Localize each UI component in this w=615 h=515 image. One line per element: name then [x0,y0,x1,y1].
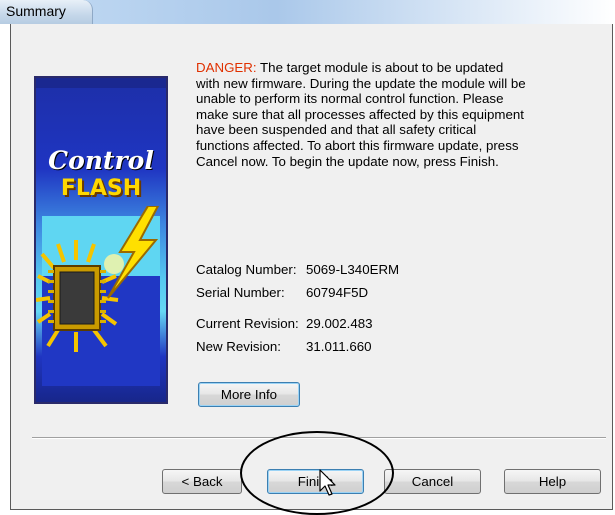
current-revision-label: Current Revision: [196,316,299,331]
catalog-number-label: Catalog Number: [196,262,297,277]
more-info-button[interactable]: More Info [198,382,300,407]
current-revision-value: 29.002.483 [306,316,373,331]
danger-message-text: The target module is about to be updated… [196,60,526,169]
catalog-number-value: 5069-L340ERM [306,262,400,277]
danger-message: DANGER: The target module is about to be… [196,60,526,169]
finish-button[interactable]: Finish [267,469,364,494]
controlflash-banner: Control FLASH [34,76,168,404]
back-button[interactable]: < Back [162,469,242,494]
banner-header-strip [36,78,166,88]
cancel-button[interactable]: Cancel [384,469,481,494]
button-separator [32,437,606,439]
serial-number-label: Serial Number: [196,285,285,300]
new-revision-label: New Revision: [196,339,281,354]
new-revision-value: 31.011.660 [306,339,372,354]
danger-label: DANGER: [196,60,257,75]
window-title: Summary [6,3,66,19]
control-flash-chip-lightning-icon [36,206,160,386]
serial-number-value: 60794F5D [306,285,369,300]
banner-flash-text: FLASH [60,176,142,201]
title-tab: Summary [0,0,93,24]
banner-control-text: Control [48,146,154,175]
title-bar: Summary [0,0,615,24]
help-button[interactable]: Help [504,469,601,494]
mouse-pointer-icon [319,469,336,496]
